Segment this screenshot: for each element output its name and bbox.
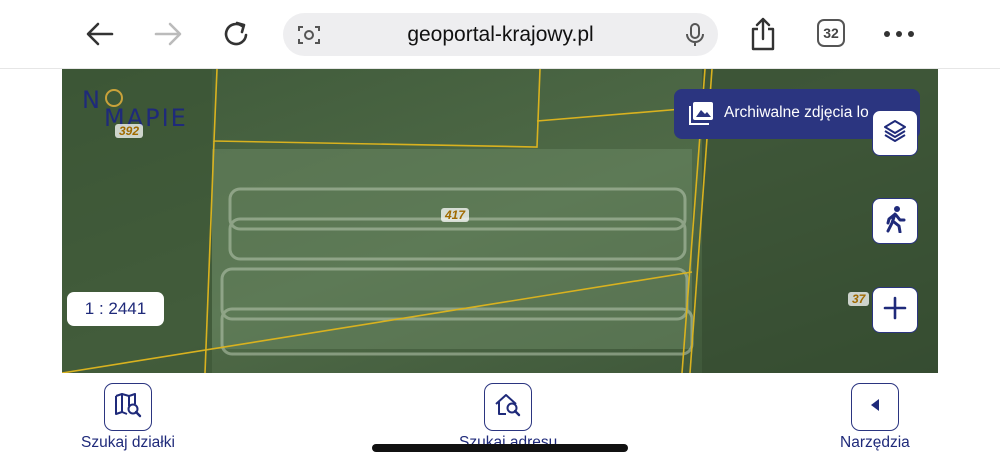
search-parcel-tool[interactable]: Szukaj działki <box>81 383 175 452</box>
map-search-icon <box>114 392 142 423</box>
layers-icon <box>882 118 908 149</box>
parcel-label[interactable]: 37 <box>848 292 870 306</box>
map-scale: 1 : 2441 <box>67 292 164 326</box>
search-parcel-button[interactable] <box>103 383 152 431</box>
address-bar[interactable]: geoportal-krajowy.pl <box>283 13 718 56</box>
archival-photos-label: Archiwalne zdjęcia lo <box>724 104 869 121</box>
tools-button[interactable] <box>850 383 899 431</box>
layers-button[interactable] <box>872 110 918 156</box>
image-gallery-icon <box>688 101 714 130</box>
share-icon[interactable] <box>746 17 780 51</box>
street-view-button[interactable] <box>872 198 918 244</box>
url-text[interactable]: geoportal-krajowy.pl <box>283 23 718 47</box>
browser-toolbar: geoportal-krajowy.pl 32 <box>0 0 1000 69</box>
parcel-label[interactable]: 392 <box>115 124 144 138</box>
logo-text-n: N <box>82 86 102 114</box>
search-parcel-label: Szukaj działki <box>81 434 175 451</box>
walking-person-icon <box>883 205 907 238</box>
triangle-left-icon <box>868 397 882 418</box>
back-arrow-icon[interactable] <box>83 17 117 51</box>
search-address-button[interactable] <box>484 383 533 431</box>
microphone-icon[interactable] <box>686 23 704 52</box>
more-options-icon[interactable] <box>882 17 916 51</box>
forward-arrow-icon[interactable] <box>151 17 185 51</box>
home-indicator <box>372 444 628 452</box>
na-mapie-logo: N MAPIE <box>82 86 202 132</box>
home-search-icon <box>494 392 522 423</box>
plus-icon <box>883 296 907 325</box>
reload-icon[interactable] <box>219 17 253 51</box>
tools-label: Narzędzia <box>840 434 910 451</box>
tab-count-button[interactable]: 32 <box>817 19 845 47</box>
search-address-tool[interactable]: Szukaj adresu <box>459 383 557 452</box>
tools-menu[interactable]: Narzędzia <box>840 383 910 452</box>
zoom-in-button[interactable] <box>872 287 918 333</box>
parcel-label[interactable]: 417 <box>441 208 470 222</box>
